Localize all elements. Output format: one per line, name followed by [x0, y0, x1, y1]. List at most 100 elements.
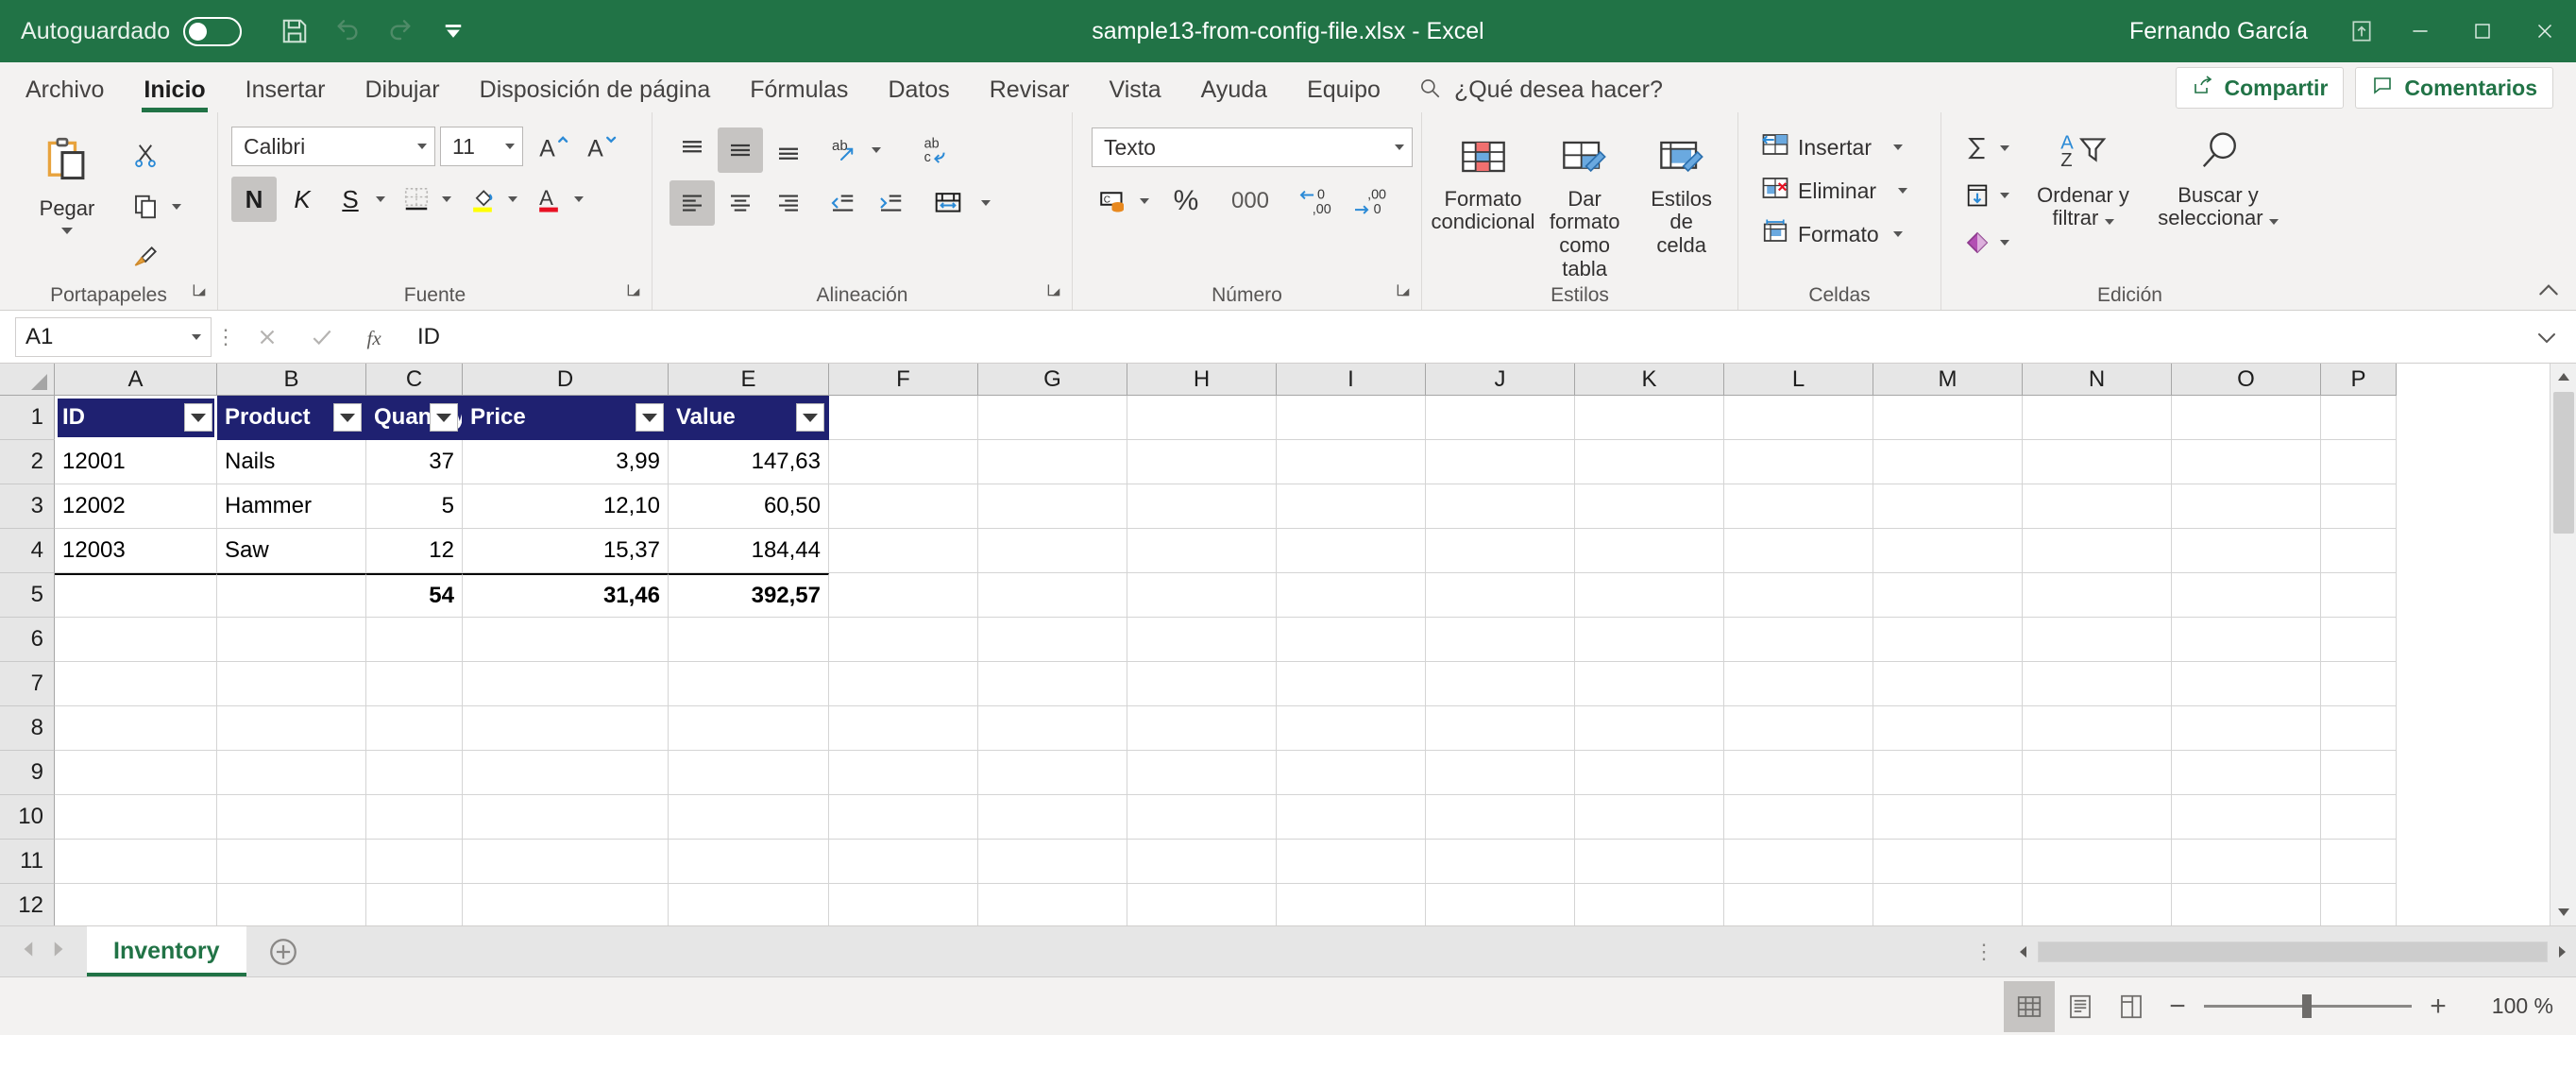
font-color-chevron-down-icon[interactable] — [574, 196, 584, 202]
format-cells-button[interactable]: Formato — [1755, 212, 1908, 256]
cell-L12[interactable] — [1724, 884, 1873, 925]
column-header-k[interactable]: K — [1575, 364, 1724, 396]
cell-K8[interactable] — [1575, 706, 1724, 751]
number-dialog-launcher-icon[interactable] — [1395, 281, 1412, 304]
row-header-2[interactable]: 2 — [0, 440, 55, 484]
tab-ayuda[interactable]: Ayuda — [1181, 68, 1287, 112]
find-select-chevron-down-icon[interactable] — [2268, 219, 2279, 226]
cell-J3[interactable] — [1426, 484, 1575, 529]
cell-C6[interactable] — [366, 618, 463, 662]
row-header-4[interactable]: 4 — [0, 529, 55, 573]
cell-E9[interactable] — [669, 751, 829, 795]
cell-H4[interactable] — [1127, 529, 1277, 573]
column-header-n[interactable]: N — [2023, 364, 2172, 396]
filter-dropdown-C[interactable] — [430, 403, 458, 432]
font-size-combo[interactable]: 11 — [440, 127, 523, 166]
column-header-a[interactable]: A — [55, 364, 217, 396]
increase-decimal-button[interactable]: 0 ,00 — [1292, 178, 1343, 224]
cell-B1[interactable]: Product — [217, 396, 366, 440]
user-account-name[interactable]: Fernando García — [2129, 18, 2334, 45]
cell-J12[interactable] — [1426, 884, 1575, 925]
cell-O7[interactable] — [2172, 662, 2321, 706]
qat-overflow-button[interactable] — [429, 8, 478, 55]
cell-L11[interactable] — [1724, 840, 1873, 884]
decrease-indent-button[interactable] — [820, 180, 865, 226]
cell-P8[interactable] — [2321, 706, 2397, 751]
cell-C2[interactable]: 37 — [366, 440, 463, 484]
select-all-button[interactable] — [0, 364, 55, 396]
cell-H3[interactable] — [1127, 484, 1277, 529]
cell-N9[interactable] — [2023, 751, 2172, 795]
wrap-text-button[interactable]: ab c — [910, 127, 965, 173]
cell-P2[interactable] — [2321, 440, 2397, 484]
cell-D11[interactable] — [463, 840, 669, 884]
font-size-chevron-down-icon[interactable] — [505, 144, 515, 149]
merge-chevron-down-icon[interactable] — [981, 200, 991, 206]
cell-I11[interactable] — [1277, 840, 1426, 884]
column-header-i[interactable]: I — [1277, 364, 1426, 396]
tab-inicio[interactable]: Inicio — [124, 68, 225, 112]
cell-L10[interactable] — [1724, 795, 1873, 840]
collapse-ribbon-button[interactable] — [2536, 280, 2561, 304]
maximize-button[interactable] — [2451, 0, 2514, 62]
autosave-toggle[interactable] — [183, 16, 243, 46]
cell-F7[interactable] — [829, 662, 978, 706]
fill-color-chevron-down-icon[interactable] — [508, 196, 517, 202]
cell-A1[interactable]: ID — [55, 396, 217, 440]
cut-button[interactable] — [123, 133, 168, 178]
row-header-9[interactable]: 9 — [0, 751, 55, 795]
column-header-e[interactable]: E — [669, 364, 829, 396]
clear-chevron-down-icon[interactable] — [2000, 240, 2009, 246]
cell-N7[interactable] — [2023, 662, 2172, 706]
cell-B7[interactable] — [217, 662, 366, 706]
cell-J8[interactable] — [1426, 706, 1575, 751]
paste-button[interactable]: Pegar — [11, 129, 123, 235]
cell-I12[interactable] — [1277, 884, 1426, 925]
cell-O1[interactable] — [2172, 396, 2321, 440]
cell-N4[interactable] — [2023, 529, 2172, 573]
cell-E6[interactable] — [669, 618, 829, 662]
cell-K5[interactable] — [1575, 573, 1724, 618]
cell-H6[interactable] — [1127, 618, 1277, 662]
sheet-tab-inventory[interactable]: Inventory — [87, 926, 246, 976]
cell-M3[interactable] — [1873, 484, 2023, 529]
format-painter-button[interactable] — [123, 235, 168, 280]
cell-I3[interactable] — [1277, 484, 1426, 529]
cell-F11[interactable] — [829, 840, 978, 884]
cell-A8[interactable] — [55, 706, 217, 751]
cell-C7[interactable] — [366, 662, 463, 706]
cell-N11[interactable] — [2023, 840, 2172, 884]
save-button[interactable] — [270, 8, 319, 55]
sort-and-filter-button[interactable]: A Z Ordenar y filtrar — [2026, 126, 2140, 230]
cell-styles-button[interactable]: Estilos de celda — [1636, 131, 1726, 258]
tab-insertar[interactable]: Insertar — [226, 68, 346, 112]
insert-cells-button[interactable]: Insertar — [1755, 126, 1908, 169]
cell-N1[interactable] — [2023, 396, 2172, 440]
cell-H5[interactable] — [1127, 573, 1277, 618]
zoom-out-button[interactable]: − — [2157, 986, 2198, 1027]
cell-H11[interactable] — [1127, 840, 1277, 884]
tab-archivo[interactable]: Archivo — [6, 68, 124, 112]
cell-F4[interactable] — [829, 529, 978, 573]
underline-chevron-down-icon[interactable] — [376, 196, 385, 202]
row-header-7[interactable]: 7 — [0, 662, 55, 706]
column-header-h[interactable]: H — [1127, 364, 1277, 396]
page-layout-view-button[interactable] — [2055, 981, 2106, 1032]
cell-I4[interactable] — [1277, 529, 1426, 573]
percent-style-button[interactable]: % — [1163, 178, 1209, 224]
cell-C8[interactable] — [366, 706, 463, 751]
scroll-up-button[interactable] — [2550, 364, 2576, 390]
cell-D12[interactable] — [463, 884, 669, 925]
redo-button[interactable] — [376, 8, 425, 55]
cell-F8[interactable] — [829, 706, 978, 751]
cell-O12[interactable] — [2172, 884, 2321, 925]
horizontal-scrollbar[interactable] — [2009, 926, 2576, 976]
tab-revisar[interactable]: Revisar — [970, 68, 1090, 112]
cell-D1[interactable]: Price — [463, 396, 669, 440]
cell-L7[interactable] — [1724, 662, 1873, 706]
cell-M10[interactable] — [1873, 795, 2023, 840]
cell-J11[interactable] — [1426, 840, 1575, 884]
column-header-c[interactable]: C — [366, 364, 463, 396]
row-header-3[interactable]: 3 — [0, 484, 55, 529]
cell-E12[interactable] — [669, 884, 829, 925]
